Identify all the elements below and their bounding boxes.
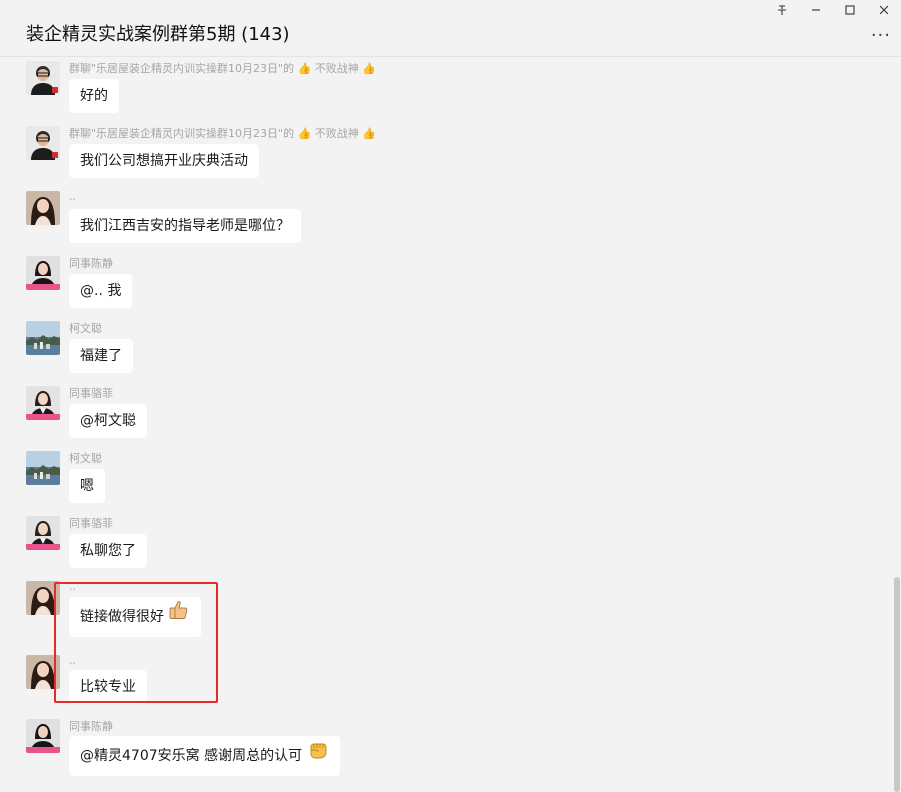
sender-name: 同事骆菲 [69,387,113,400]
sender-name: 群聊"乐居屋装企精灵内训实操群10月23日"的 👍 不败战神 👍 [69,127,376,140]
message-bubble[interactable]: @柯文聪 [69,404,147,438]
message-bubble[interactable]: 私聊您了 [69,534,147,568]
scrollbar[interactable] [893,57,901,792]
message-bubble[interactable]: 我们江西吉安的指导老师是哪位？ [69,209,301,243]
message-bubble[interactable]: 好的 [69,79,119,113]
scrollbar-thumb[interactable] [894,577,900,792]
message-bubble[interactable]: @.. 我 [69,274,133,308]
sender-name: 同事陈静 [69,720,113,733]
sender-name: 群聊"乐居屋装企精灵内训实操群10月23日"的 👍 不败战神 👍 [69,62,376,75]
message-bubble[interactable]: @精灵4707安乐窝 感谢周总的认可 [69,736,340,776]
minimize-icon[interactable] [799,0,833,20]
sender-name: 同事骆菲 [69,517,113,530]
avatar[interactable] [26,256,60,290]
sender-name: .. [69,190,76,203]
highlight-box [54,582,218,703]
sender-name: 柯文聪 [69,322,102,335]
maximize-icon[interactable] [833,0,867,20]
avatar[interactable] [26,451,60,485]
message-bubble[interactable]: 福建了 [69,339,133,373]
chat-title: 装企精灵实战案例群第5期 (143) [26,24,290,45]
avatar[interactable] [26,61,60,95]
avatar[interactable] [26,321,60,355]
avatar[interactable] [26,516,60,550]
sender-name: 柯文聪 [69,452,102,465]
fist-icon [307,736,329,776]
message-text: @精灵4707安乐窝 感谢周总的认可 [80,748,303,764]
avatar[interactable] [26,719,60,753]
pin-icon[interactable] [765,0,799,20]
avatar[interactable] [26,126,60,160]
message-bubble[interactable]: 我们公司想搞开业庆典活动 [69,144,259,178]
avatar[interactable] [26,191,60,225]
title-bar: 装企精灵实战案例群第5期 (143) ... [0,0,901,57]
more-options-button[interactable]: ... [871,22,891,40]
chat-window: 装企精灵实战案例群第5期 (143) ... 群聊"乐居屋装企精灵内训实操群10… [0,0,901,792]
avatar[interactable] [26,386,60,420]
window-controls [765,0,901,20]
close-icon[interactable] [867,0,901,20]
sender-name: 同事陈静 [69,257,113,270]
message-list[interactable]: 群聊"乐居屋装企精灵内训实操群10月23日"的 👍 不败战神 👍 好的 群聊"乐… [0,57,893,792]
message-bubble[interactable]: 嗯 [69,469,105,503]
